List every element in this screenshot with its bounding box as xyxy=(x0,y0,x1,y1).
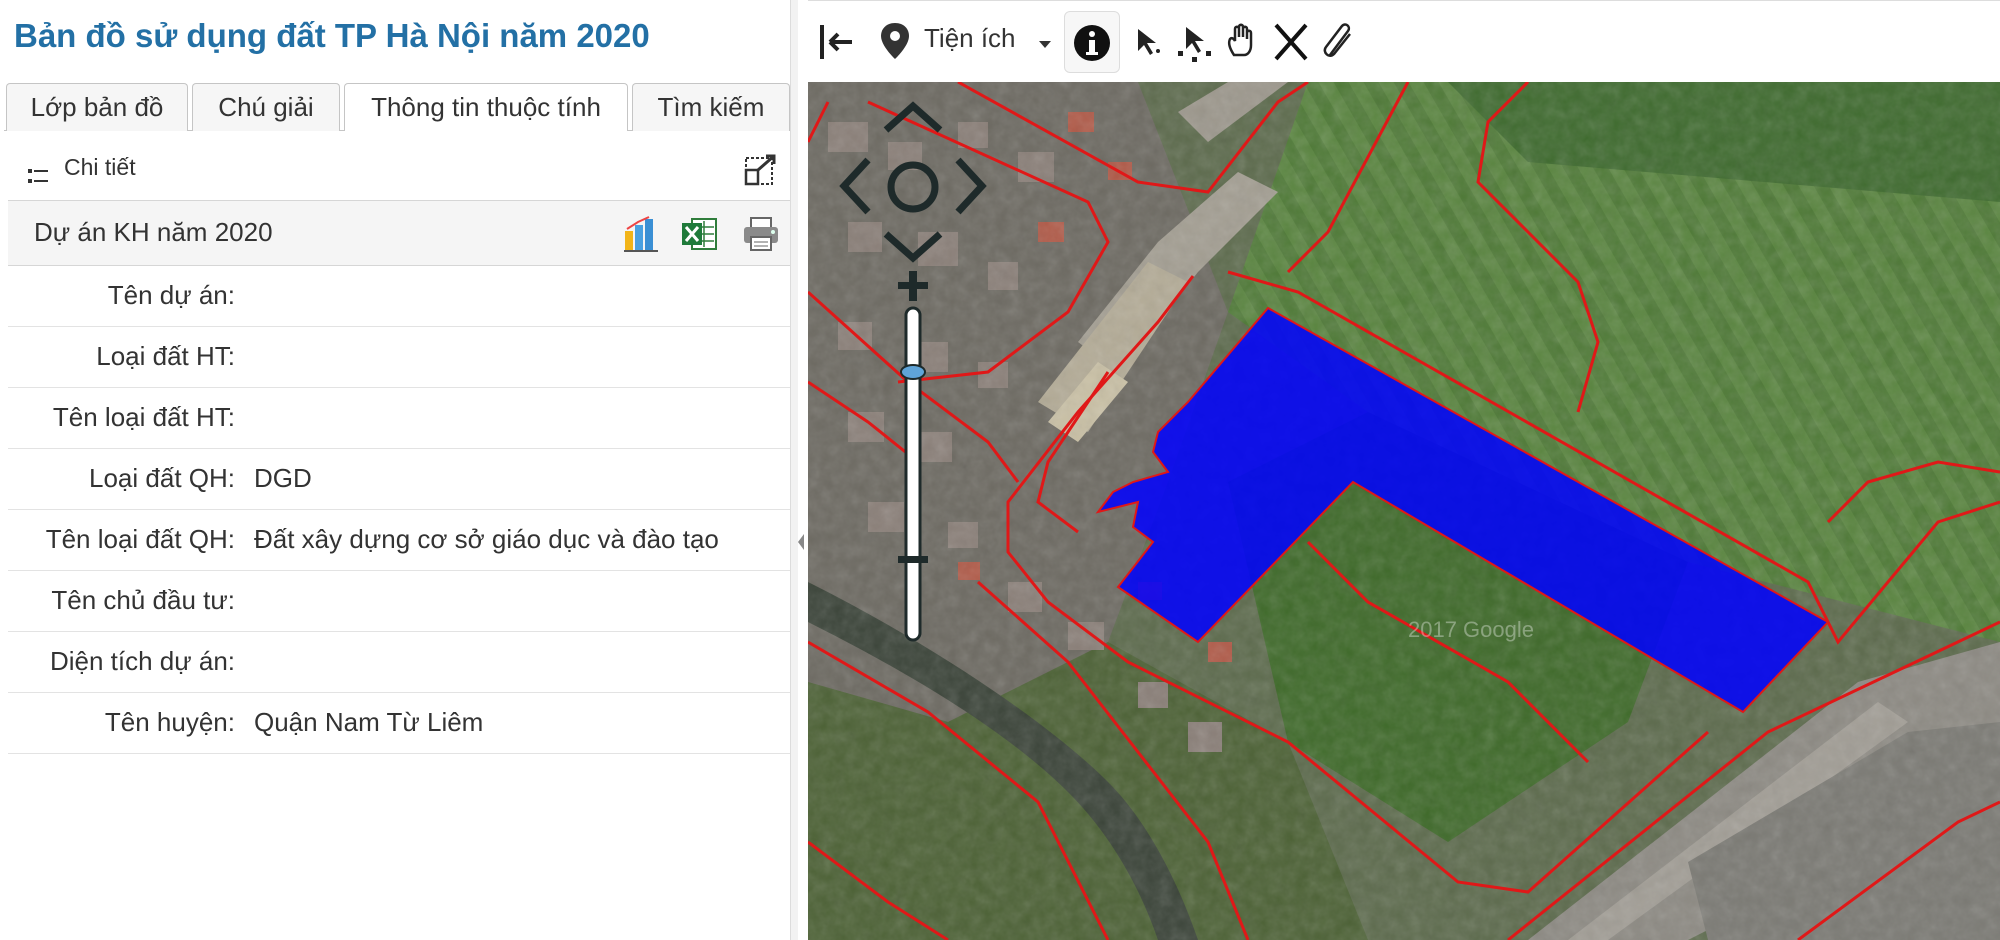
attr-label: Tên dự án: xyxy=(107,280,235,310)
attr-value: DGD xyxy=(254,463,312,493)
project-title: Dự án KH năm 2020 xyxy=(34,217,273,247)
tab-tim-kiem[interactable]: Tìm kiếm xyxy=(632,83,790,131)
tab-thong-tin-thuoc-tinh[interactable]: Thông tin thuộc tính xyxy=(344,83,628,132)
app-title: Bản đồ sử dụng đất TP Hà Nội năm 2020 (K… xyxy=(14,17,650,54)
map-view[interactable]: 2017 Google xyxy=(808,82,2000,940)
panel-splitter[interactable] xyxy=(790,0,798,940)
attach-icon[interactable] xyxy=(1320,17,1358,67)
map-toolbar: Tiện ích xyxy=(808,0,2000,82)
info-icon xyxy=(1074,25,1110,61)
select-icon[interactable] xyxy=(1132,17,1166,67)
map-watermark: 2017 Google xyxy=(1408,617,1534,642)
tab-bar: Lớp bản đồ Chú giải Thông tin thuộc tính… xyxy=(4,83,794,132)
zoom-slider-handle[interactable] xyxy=(900,364,926,380)
zoom-out-icon[interactable] xyxy=(898,556,928,563)
table-row: Tên chủ đầu tư: xyxy=(8,571,790,632)
attr-label: Tên chủ đầu tư: xyxy=(51,585,235,615)
pan-hand-icon[interactable] xyxy=(1224,17,1260,67)
print-icon[interactable] xyxy=(742,215,780,253)
table-row: Diện tích dự án: xyxy=(8,632,790,693)
info-button[interactable] xyxy=(1064,11,1120,73)
dropdown-arrow-icon[interactable] xyxy=(1038,39,1052,49)
attr-label: Diện tích dự án: xyxy=(49,646,235,676)
attr-value: Đất xây dựng cơ sở giáo dục và đào tạo xyxy=(254,524,719,554)
collapse-arrow-icon[interactable] xyxy=(796,530,806,554)
tab-chu-giai[interactable]: Chú giải xyxy=(192,83,340,131)
satellite-map[interactable]: 2017 Google xyxy=(808,82,2000,940)
table-row: Tên huyện: Quận Nam Từ Liêm xyxy=(8,693,790,754)
attribute-table: Tên dự án: Loại đất HT: Tên loại đất HT:… xyxy=(8,266,790,754)
back-icon[interactable] xyxy=(816,17,856,67)
attr-label: Tên loại đất QH: xyxy=(45,524,235,554)
table-row: Tên loại đất QH: Đất xây dựng cơ sở giáo… xyxy=(8,510,790,571)
zoom-slider[interactable] xyxy=(904,306,922,642)
attr-label: Tên loại đất HT: xyxy=(52,402,235,432)
multi-select-icon[interactable] xyxy=(1176,17,1216,67)
left-panel: Bản đồ sử dụng đất TP Hà Nội năm 2020 (K… xyxy=(0,0,804,940)
table-row: Tên loại đất HT: xyxy=(8,388,790,449)
table-row: Loại đất HT: xyxy=(8,327,790,388)
table-row: Loại đất QH: DGD xyxy=(8,449,790,510)
attr-value: Quận Nam Từ Liêm xyxy=(254,707,484,737)
tab-lop-ban-do[interactable]: Lớp bản đồ xyxy=(6,83,188,131)
list-icon xyxy=(28,169,48,183)
attr-label: Tên huyện: xyxy=(104,707,235,737)
excel-icon[interactable] xyxy=(680,215,718,253)
chart-icon[interactable] xyxy=(622,215,660,253)
attr-label: Loại đất HT: xyxy=(96,341,235,371)
utilities-menu[interactable]: Tiện ích xyxy=(924,23,1016,54)
table-row: Tên dự án: xyxy=(8,266,790,327)
project-header: Dự án KH năm 2020 xyxy=(8,200,790,266)
close-icon[interactable] xyxy=(1272,17,1310,67)
location-pin-icon[interactable] xyxy=(878,17,912,67)
detail-label[interactable]: Chi tiết xyxy=(64,154,136,181)
expand-icon[interactable] xyxy=(744,152,778,186)
attr-label: Loại đất QH: xyxy=(89,463,235,493)
